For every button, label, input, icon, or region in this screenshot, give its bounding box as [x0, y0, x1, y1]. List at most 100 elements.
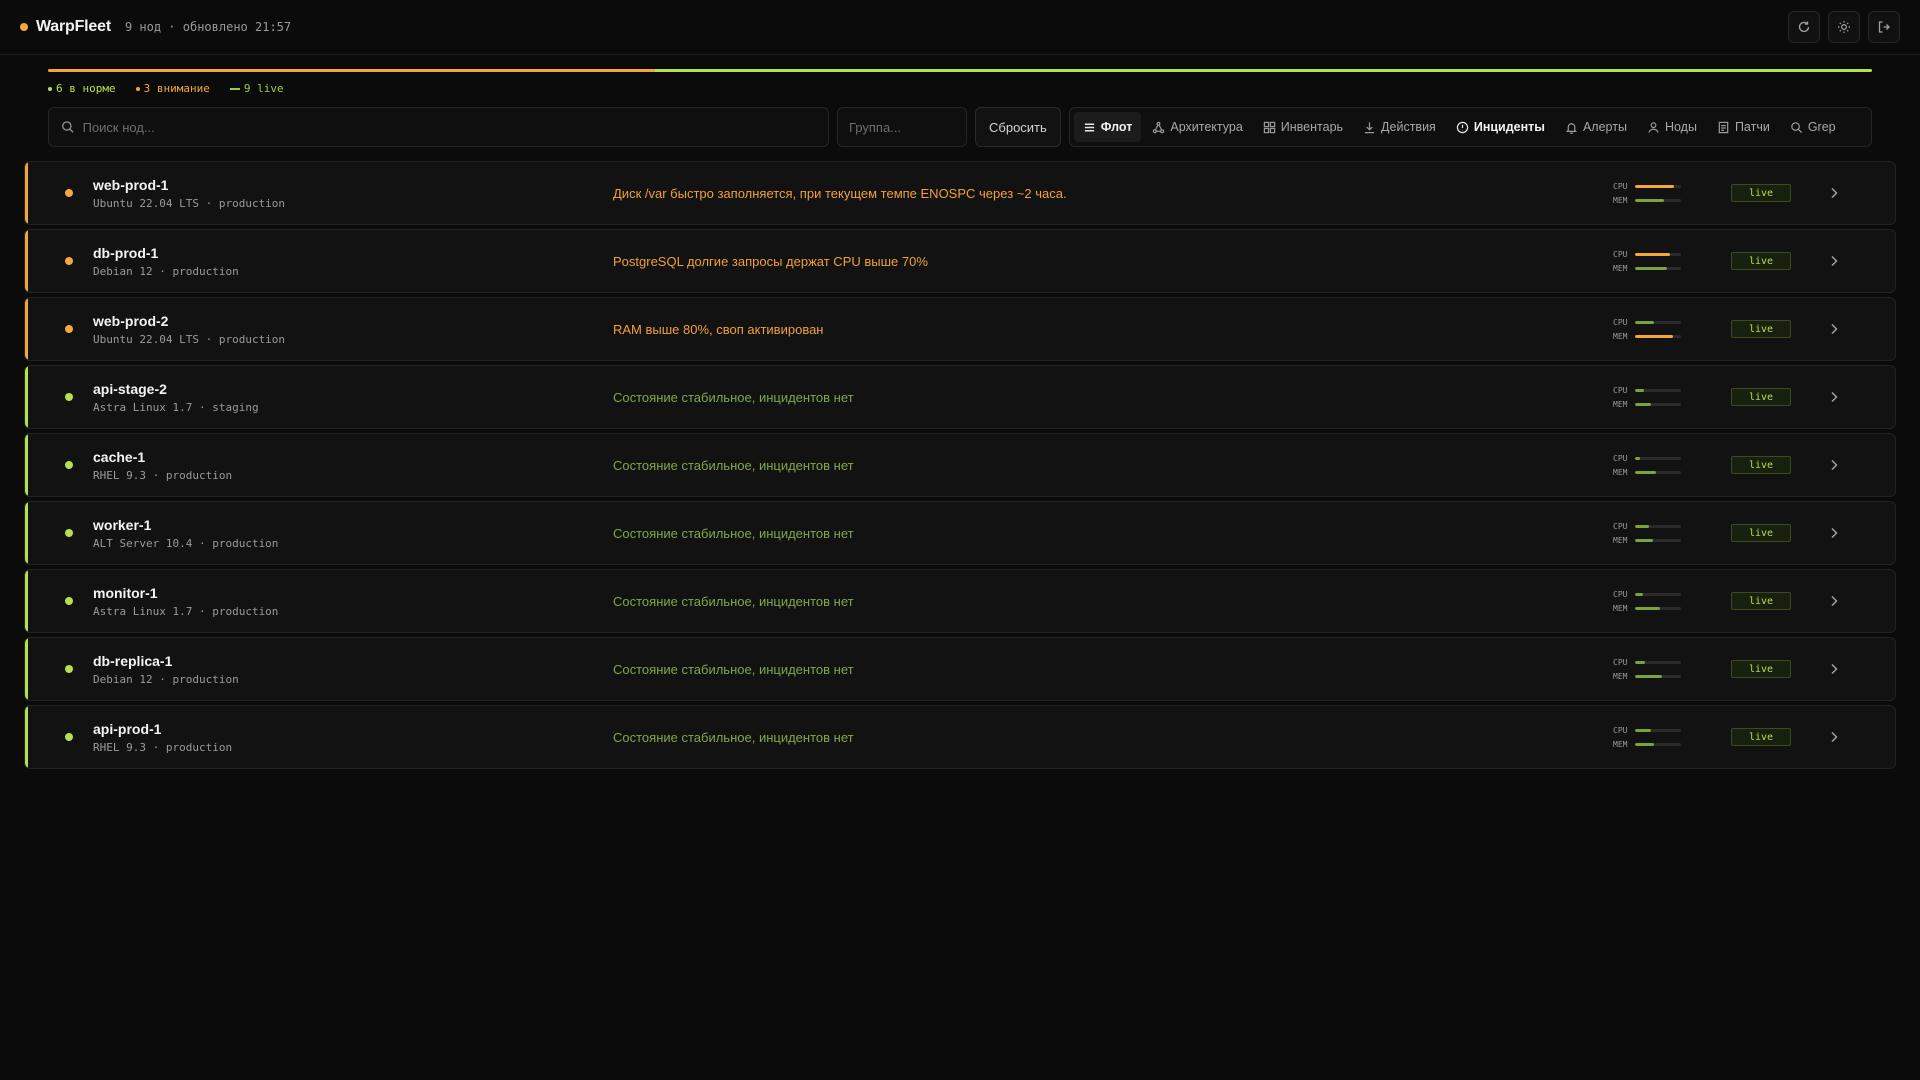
node-row[interactable]: api-stage-2 Astra Linux 1.7 · staging Сост…	[24, 365, 1896, 429]
mem-bar-fill	[1635, 606, 1661, 610]
status-dot-icon	[65, 461, 73, 469]
node-row[interactable]: cache-1 RHEL 9.3 · production Состояние ст…	[24, 433, 1896, 497]
mem-bar-fill	[1635, 470, 1656, 474]
cpu-bar-fill	[1635, 388, 1645, 392]
node-subtitle: ALT Server 10.4 · production	[93, 536, 279, 550]
expand-button[interactable]	[1827, 662, 1841, 676]
node-name: api-prod-1	[93, 720, 162, 737]
document-icon	[1718, 121, 1729, 133]
fleet-health-ok-segment	[655, 69, 1872, 72]
node-name: db-replica-1	[93, 652, 173, 669]
cpu-bar-fill	[1635, 252, 1670, 256]
chevron-right-icon	[1831, 391, 1838, 403]
mem-metric: MEM	[1613, 740, 1723, 749]
node-metrics: CPU MEM	[1613, 318, 1723, 341]
mem-label: MEM	[1613, 739, 1628, 749]
node-metrics: CPU MEM	[1613, 726, 1723, 749]
tab-4[interactable]: Инциденты	[1447, 112, 1554, 142]
node-list: web-prod-1 Ubuntu 22.04 LTS · production Д…	[24, 161, 1896, 769]
node-message: PostgreSQL долгие запросы держат CPU выш…	[613, 253, 928, 269]
node-subtitle: RHEL 9.3 · production	[93, 468, 233, 482]
cpu-metric: CPU	[1613, 182, 1723, 191]
node-row[interactable]: web-prod-2 Ubuntu 22.04 LTS · production R…	[24, 297, 1896, 361]
mem-bar-fill	[1635, 266, 1668, 270]
mem-bar	[1635, 606, 1681, 610]
mem-label: MEM	[1613, 603, 1628, 613]
tab-1[interactable]: Архитектура	[1143, 112, 1251, 142]
theme-toggle-button[interactable]	[1828, 11, 1860, 43]
expand-button[interactable]	[1827, 594, 1841, 608]
mem-metric: MEM	[1613, 400, 1723, 409]
node-row[interactable]: worker-1 ALT Server 10.4 · production Сост…	[24, 501, 1896, 565]
mem-metric: MEM	[1613, 672, 1723, 681]
cpu-label: CPU	[1613, 521, 1628, 531]
search-icon	[62, 121, 74, 133]
cpu-bar	[1635, 320, 1681, 324]
tab-5[interactable]: Алерты	[1556, 112, 1636, 142]
node-row[interactable]: web-prod-1 Ubuntu 22.04 LTS · production Д…	[24, 161, 1896, 225]
node-info: web-prod-1 Ubuntu 22.04 LTS · production	[93, 177, 613, 210]
status-dot-icon	[65, 529, 73, 537]
status-dot-icon	[65, 325, 73, 333]
user-icon	[1648, 121, 1659, 133]
cpu-label: CPU	[1613, 589, 1628, 599]
cpu-bar	[1635, 660, 1681, 664]
expand-button[interactable]	[1827, 730, 1841, 744]
search-input[interactable]	[82, 119, 816, 135]
node-message: Состояние стабильное, инцидентов нет	[613, 661, 854, 677]
expand-button[interactable]	[1827, 186, 1841, 200]
chevron-right-icon	[1831, 663, 1838, 675]
cpu-bar	[1635, 184, 1681, 188]
cpu-label: CPU	[1613, 385, 1628, 395]
tab-0[interactable]: Флот	[1073, 112, 1142, 142]
expand-button[interactable]	[1827, 526, 1841, 540]
tab-label: Ноды	[1664, 120, 1697, 134]
node-row[interactable]: db-replica-1 Debian 12 · production Состоя…	[24, 637, 1896, 701]
reset-button[interactable]: Сбросить	[975, 107, 1061, 147]
node-name: db-prod-1	[93, 244, 159, 261]
tab-7[interactable]: Патчи	[1708, 112, 1779, 142]
node-subtitle: Ubuntu 22.04 LTS · production	[93, 196, 286, 210]
tab-3[interactable]: Действия	[1354, 112, 1445, 142]
logout-button[interactable]	[1868, 11, 1900, 43]
refresh-button[interactable]	[1788, 11, 1820, 43]
legend-live: 9 live	[229, 82, 284, 95]
architecture-icon	[1153, 121, 1165, 133]
legend-warn-label: 3 внимание	[143, 82, 210, 95]
node-subtitle: Debian 12 · production	[93, 264, 239, 278]
node-info: db-prod-1 Debian 12 · production	[93, 245, 613, 278]
tab-2[interactable]: Инвентарь	[1254, 112, 1352, 142]
node-name: web-prod-1	[93, 176, 169, 193]
status-accent	[25, 570, 28, 632]
expand-button[interactable]	[1827, 254, 1841, 268]
node-message: Состояние стабильное, инцидентов нет	[613, 593, 854, 609]
node-info: cache-1 RHEL 9.3 · production	[93, 449, 613, 482]
cpu-label: CPU	[1613, 249, 1628, 259]
node-row[interactable]: api-prod-1 RHEL 9.3 · production Состояние…	[24, 705, 1896, 769]
legend-live-label: 9 live	[243, 82, 284, 95]
node-row[interactable]: db-prod-1 Debian 12 · production PostgreSQ…	[24, 229, 1896, 293]
node-name: monitor-1	[93, 584, 158, 601]
fleet-meta: 9 нод · обновлено 21:57	[124, 20, 292, 34]
node-row[interactable]: monitor-1 Astra Linux 1.7 · production Сос…	[24, 569, 1896, 633]
tab-8[interactable]: Grep	[1781, 112, 1845, 142]
node-info: api-stage-2 Astra Linux 1.7 · staging	[93, 381, 613, 414]
node-metrics: CPU MEM	[1613, 590, 1723, 613]
tab-label: Инвентарь	[1280, 120, 1344, 134]
node-name: cache-1	[93, 448, 146, 465]
group-input[interactable]	[849, 119, 955, 135]
mem-bar-fill	[1635, 402, 1652, 406]
expand-button[interactable]	[1827, 458, 1841, 472]
mem-bar	[1635, 742, 1681, 746]
cpu-bar	[1635, 728, 1681, 732]
live-badge: live	[1731, 592, 1791, 610]
expand-button[interactable]	[1827, 390, 1841, 404]
warn-dot-icon	[135, 86, 140, 91]
mem-bar	[1635, 538, 1681, 542]
node-metrics: CPU MEM	[1613, 454, 1723, 477]
tab-label: Grep	[1807, 120, 1836, 134]
expand-button[interactable]	[1827, 322, 1841, 336]
mem-bar	[1635, 266, 1681, 270]
cpu-bar-fill	[1635, 320, 1655, 324]
tab-6[interactable]: Ноды	[1638, 112, 1706, 142]
